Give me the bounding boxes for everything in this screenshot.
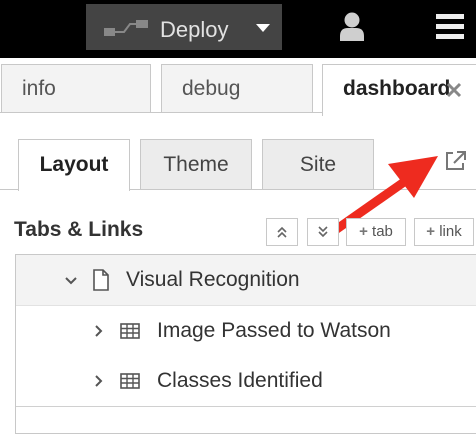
- expand-all-button[interactable]: [307, 218, 339, 246]
- tab-info[interactable]: info: [1, 64, 151, 112]
- plus-icon: +: [359, 223, 368, 240]
- tab-layout[interactable]: Layout: [18, 139, 130, 191]
- tree-item-label: Visual Recognition: [126, 268, 300, 291]
- external-link-icon[interactable]: [444, 150, 468, 172]
- inner-tab-border-left: [0, 189, 18, 190]
- tab-debug[interactable]: debug: [161, 64, 313, 112]
- deploy-button[interactable]: Deploy: [86, 4, 282, 50]
- plus-icon: +: [426, 223, 436, 240]
- double-chevron-up-icon: [277, 226, 287, 238]
- hamburger-menu-icon[interactable]: [436, 14, 464, 40]
- document-icon: [93, 269, 109, 291]
- add-tab-label: tab: [372, 223, 393, 240]
- add-tab-button[interactable]: + tab: [346, 218, 406, 246]
- table-icon: [120, 373, 140, 389]
- tree-item-label: Classes Identified: [157, 369, 323, 392]
- add-link-button[interactable]: + link: [414, 218, 474, 246]
- tree-item-tab[interactable]: Visual Recognition: [16, 255, 476, 306]
- header-bar: Deploy: [0, 0, 476, 58]
- table-icon: [120, 323, 140, 339]
- caret-down-icon[interactable]: [256, 24, 270, 32]
- flow-icon: [104, 20, 148, 36]
- tree-item-group[interactable]: Classes Identified: [16, 356, 476, 407]
- deploy-label: Deploy: [160, 17, 229, 42]
- section-title: Tabs & Links: [14, 218, 144, 241]
- tree-item-label: Image Passed to Watson: [157, 319, 391, 342]
- add-link-label: link: [439, 223, 462, 240]
- close-icon[interactable]: [445, 81, 463, 99]
- user-icon[interactable]: [339, 12, 365, 42]
- chevron-right-icon[interactable]: [94, 324, 104, 338]
- tabs-links-tree: Visual Recognition Image Passed to Watso…: [15, 254, 476, 434]
- tab-strip-border: [0, 112, 322, 113]
- tree-item-group[interactable]: Image Passed to Watson: [16, 306, 476, 357]
- chevron-right-icon[interactable]: [94, 374, 104, 388]
- tab-theme[interactable]: Theme: [140, 139, 252, 189]
- double-chevron-down-icon: [318, 226, 328, 238]
- collapse-all-button[interactable]: [266, 218, 298, 246]
- chevron-down-icon[interactable]: [64, 276, 78, 286]
